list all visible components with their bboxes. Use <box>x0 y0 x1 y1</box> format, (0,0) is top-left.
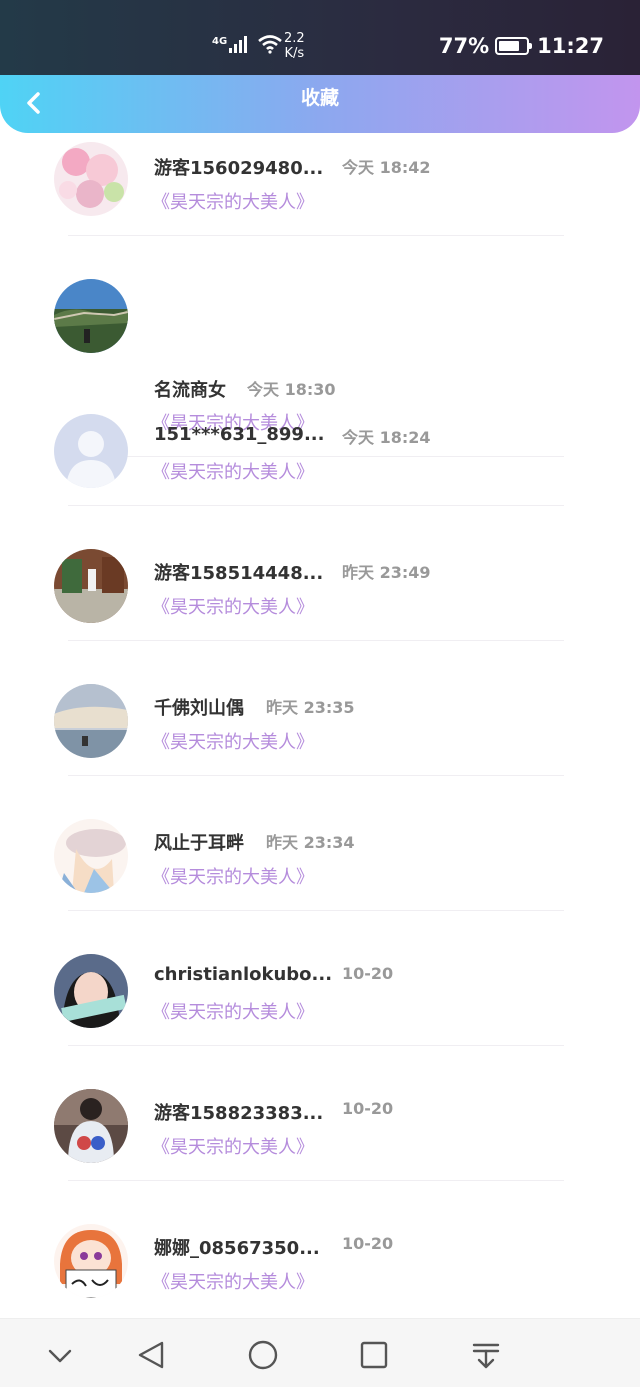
status-right: 77% 11:27 <box>439 34 604 58</box>
avatar <box>54 414 128 488</box>
avatar <box>54 142 128 216</box>
download-icon <box>472 1343 500 1369</box>
wifi-icon <box>258 35 282 54</box>
page-title: 收藏 <box>300 87 339 109</box>
book-title-link[interactable]: 《昊天宗的大美人》 <box>152 998 314 1024</box>
avatar <box>54 819 128 893</box>
timestamp: 昨天 23:49 <box>342 563 431 582</box>
username: 名流商女 <box>154 380 226 401</box>
timestamp: 10-20 <box>342 964 394 983</box>
speed-unit: K/s <box>284 46 305 61</box>
timestamp: 10-20 <box>342 1099 394 1118</box>
recents-square-icon <box>360 1341 388 1369</box>
list-item[interactable]: 151***631_899... 今天 18:24 《昊天宗的大美人》 <box>0 414 640 549</box>
system-nav-bar <box>0 1318 640 1387</box>
divider <box>68 1045 564 1046</box>
book-title-link[interactable]: 《昊天宗的大美人》 <box>152 728 314 754</box>
book-title-link[interactable]: 《昊天宗的大美人》 <box>152 863 314 889</box>
timestamp: 昨天 23:35 <box>266 698 355 717</box>
divider <box>68 505 564 506</box>
avatar <box>54 279 128 353</box>
username: 151***631_899... <box>154 424 325 445</box>
avatar <box>54 549 128 623</box>
favorites-list: 游客156029480... 今天 18:42 《昊天宗的大美人》 名流商女 今… <box>0 142 640 457</box>
divider <box>68 640 564 641</box>
book-title-link[interactable]: 《昊天宗的大美人》 <box>152 1133 314 1159</box>
avatar <box>54 954 128 1028</box>
username: 娜娜_08567350... <box>154 1238 320 1259</box>
username: 游客158514448... <box>154 563 324 584</box>
back-triangle-icon <box>138 1341 164 1369</box>
home-circle-icon <box>248 1340 278 1370</box>
network-type: 4G <box>212 35 228 47</box>
username: 游客156029480... <box>154 158 324 179</box>
collapse-button[interactable] <box>42 1337 78 1373</box>
battery-icon <box>495 37 533 55</box>
speed-value: 2.2 <box>284 31 305 46</box>
list-item[interactable]: christianlokubo... 10-20 《昊天宗的大美人》 <box>0 954 640 1089</box>
timestamp: 10-20 <box>342 1234 394 1253</box>
battery-percent: 77% <box>438 34 490 58</box>
battery-level <box>499 41 520 51</box>
book-title-link[interactable]: 《昊天宗的大美人》 <box>152 458 314 484</box>
username: christianlokubo... <box>154 964 333 985</box>
list-item[interactable]: 游客158514448... 昨天 23:49 《昊天宗的大美人》 <box>0 549 640 684</box>
timestamp: 今天 18:24 <box>342 428 431 447</box>
book-title-link[interactable]: 《昊天宗的大美人》 <box>152 188 314 214</box>
divider <box>68 1180 564 1181</box>
divider <box>68 910 564 911</box>
signal-icon <box>229 36 248 53</box>
network-speed: 2.2 K/s <box>284 31 305 61</box>
username: 风止于耳畔 <box>154 833 244 854</box>
network-indicator: 4G <box>212 34 283 54</box>
list-item[interactable]: 名流商女 今天 18:30 《昊天宗的大美人》 <box>0 236 640 457</box>
avatar <box>54 1224 128 1298</box>
list-item[interactable]: 千佛刘山偶 昨天 23:35 《昊天宗的大美人》 <box>0 684 640 819</box>
chevron-down-icon <box>48 1349 72 1363</box>
username: 游客158823383... <box>154 1103 324 1124</box>
divider <box>68 775 564 776</box>
list-item[interactable]: 风止于耳畔 昨天 23:34 《昊天宗的大美人》 <box>0 819 640 954</box>
book-title-link[interactable]: 《昊天宗的大美人》 <box>152 1268 314 1294</box>
back-nav-button[interactable] <box>134 1337 170 1373</box>
timestamp: 今天 18:30 <box>247 380 336 399</box>
avatar <box>54 684 128 758</box>
download-button[interactable] <box>468 1337 504 1373</box>
app-header: 收藏 <box>0 75 640 133</box>
status-bar: 4G 2.2 K/s 77% 11:27 <box>0 0 640 80</box>
timestamp: 今天 18:42 <box>342 158 431 177</box>
list-item[interactable]: 游客156029480... 今天 18:42 《昊天宗的大美人》 <box>0 142 640 236</box>
clock: 11:27 <box>537 34 604 58</box>
username: 千佛刘山偶 <box>154 698 244 719</box>
home-button[interactable] <box>245 1337 281 1373</box>
book-title-link[interactable]: 《昊天宗的大美人》 <box>152 593 314 619</box>
avatar <box>54 1089 128 1163</box>
timestamp: 昨天 23:34 <box>266 833 355 852</box>
recents-button[interactable] <box>356 1337 392 1373</box>
list-item[interactable]: 游客158823383... 10-20 《昊天宗的大美人》 <box>0 1089 640 1224</box>
